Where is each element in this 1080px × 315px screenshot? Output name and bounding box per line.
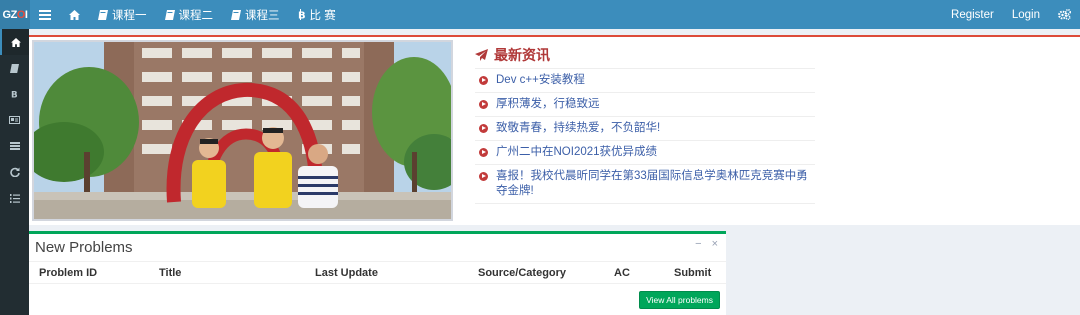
id-card-icon <box>9 116 20 124</box>
sidebar-item-contest[interactable]: B <box>0 81 29 107</box>
nav-course1-label: 课程一 <box>112 9 147 22</box>
table-header-row: Problem ID Title Last Update Source/Cate… <box>29 261 726 284</box>
news-list: Dev c++安装教程 厚积薄发，行稳致远 致敬青春，持续热爱，不负韶华! 广州… <box>475 69 815 204</box>
list-ol-icon <box>9 193 20 203</box>
paper-plane-icon <box>475 48 488 61</box>
refresh-icon <box>9 167 20 177</box>
svg-text:B: B <box>298 11 306 21</box>
hero-section: 最新资讯 Dev c++安装教程 厚积薄发，行稳致远 致敬青春，持续热爱，不负韶… <box>29 35 1080 225</box>
sidebar-item-courses[interactable] <box>0 55 29 81</box>
column-header-title[interactable]: Title <box>149 261 305 284</box>
book-icon <box>231 9 241 20</box>
nav-course3-link[interactable]: 课程三 <box>222 0 289 29</box>
news-panel: 最新资讯 Dev c++安装教程 厚积薄发，行稳致远 致敬青春，持续热爱，不负韶… <box>475 45 815 204</box>
column-header-submit[interactable]: Submit <box>664 261 726 284</box>
register-label: Register <box>951 8 994 21</box>
site-logo[interactable]: GZ O I <box>0 0 30 29</box>
sidebar-item-home[interactable] <box>0 29 29 55</box>
svg-text:B: B <box>11 91 18 100</box>
minimize-button[interactable]: − <box>695 238 701 250</box>
nav-course2-label: 课程二 <box>178 9 214 22</box>
sidebar-item-problems[interactable] <box>0 133 29 159</box>
news-link[interactable]: 致敬青春，持续热爱，不负韶华! <box>496 121 660 136</box>
nav-contest-link[interactable]: B 比 赛 <box>289 0 345 29</box>
news-item: 致敬青春，持续热爱，不负韶华! <box>475 117 815 141</box>
sidebar-toggle-button[interactable] <box>30 0 60 29</box>
list-icon <box>9 142 20 150</box>
logo-text-accent: O <box>16 8 26 21</box>
nav-home-button[interactable] <box>60 0 89 29</box>
arrow-circle-icon <box>479 172 488 181</box>
sidebar-item-status[interactable] <box>0 159 29 185</box>
top-navbar: GZ O I 课程一 课程二 课程三 B 比 赛 Register Login <box>0 0 1080 29</box>
column-header-source[interactable]: Source/Category <box>468 261 604 284</box>
nav-course1-link[interactable]: 课程一 <box>89 0 156 29</box>
nav-contest-label: 比 赛 <box>309 9 336 22</box>
news-link[interactable]: 喜报！我校代晨昕同学在第33届国际信息学奥林匹克竞赛中勇夺金牌! <box>496 169 811 199</box>
news-item: 厚积薄发，行稳致远 <box>475 93 815 117</box>
box-tools: − × <box>695 238 718 250</box>
column-header-last-update[interactable]: Last Update <box>305 261 468 284</box>
news-link[interactable]: Dev c++安装教程 <box>496 73 585 88</box>
register-link[interactable]: Register <box>942 0 1003 29</box>
left-sidebar: B <box>0 29 29 315</box>
login-link[interactable]: Login <box>1003 0 1049 29</box>
book-icon <box>98 9 108 20</box>
home-icon <box>10 37 21 47</box>
bitcoin-icon: B <box>298 9 306 21</box>
news-title-text: 最新资讯 <box>494 46 550 63</box>
campus-photo <box>32 40 453 221</box>
news-item: 喜报！我校代晨昕同学在第33届国际信息学奥林匹克竞赛中勇夺金牌! <box>475 165 815 204</box>
settings-button[interactable] <box>1049 0 1080 29</box>
campus-photo-illustration <box>34 42 451 219</box>
hamburger-icon <box>39 9 51 20</box>
logo-text-end: I <box>24 8 28 21</box>
arrow-circle-icon <box>479 100 488 109</box>
sidebar-item-ranklist[interactable] <box>0 185 29 211</box>
box-header: New Problems − × <box>29 234 726 260</box>
column-header-problem-id[interactable]: Problem ID <box>29 261 149 284</box>
column-header-ac[interactable]: AC <box>604 261 664 284</box>
nav-course3-label: 课程三 <box>245 9 280 22</box>
gears-icon <box>1058 9 1071 20</box>
arrow-circle-icon <box>479 76 488 85</box>
news-item: 广州二中在NOI2021获优异成绩 <box>475 141 815 165</box>
bitcoin-icon: B <box>11 91 18 100</box>
news-link[interactable]: 厚积薄发，行稳致远 <box>496 97 600 112</box>
news-link[interactable]: 广州二中在NOI2021获优异成绩 <box>496 145 657 160</box>
close-button[interactable]: × <box>712 238 718 250</box>
problems-table: Problem ID Title Last Update Source/Cate… <box>29 261 726 284</box>
book-icon <box>164 9 175 20</box>
login-label: Login <box>1011 8 1040 21</box>
news-item: Dev c++安装教程 <box>475 69 815 93</box>
sidebar-item-profile[interactable] <box>0 107 29 133</box>
box-title: New Problems <box>35 238 133 256</box>
nav-course2-link[interactable]: 课程二 <box>156 0 223 29</box>
news-title: 最新资讯 <box>475 45 815 69</box>
arrow-circle-icon <box>479 124 488 133</box>
view-all-problems-button[interactable]: View All problems <box>639 291 720 309</box>
arrow-circle-icon <box>479 148 488 157</box>
new-problems-box: New Problems − × Problem ID Title Last U… <box>29 231 726 315</box>
logo-text: GZ <box>2 8 18 21</box>
home-icon <box>69 9 80 20</box>
book-icon <box>10 63 19 73</box>
